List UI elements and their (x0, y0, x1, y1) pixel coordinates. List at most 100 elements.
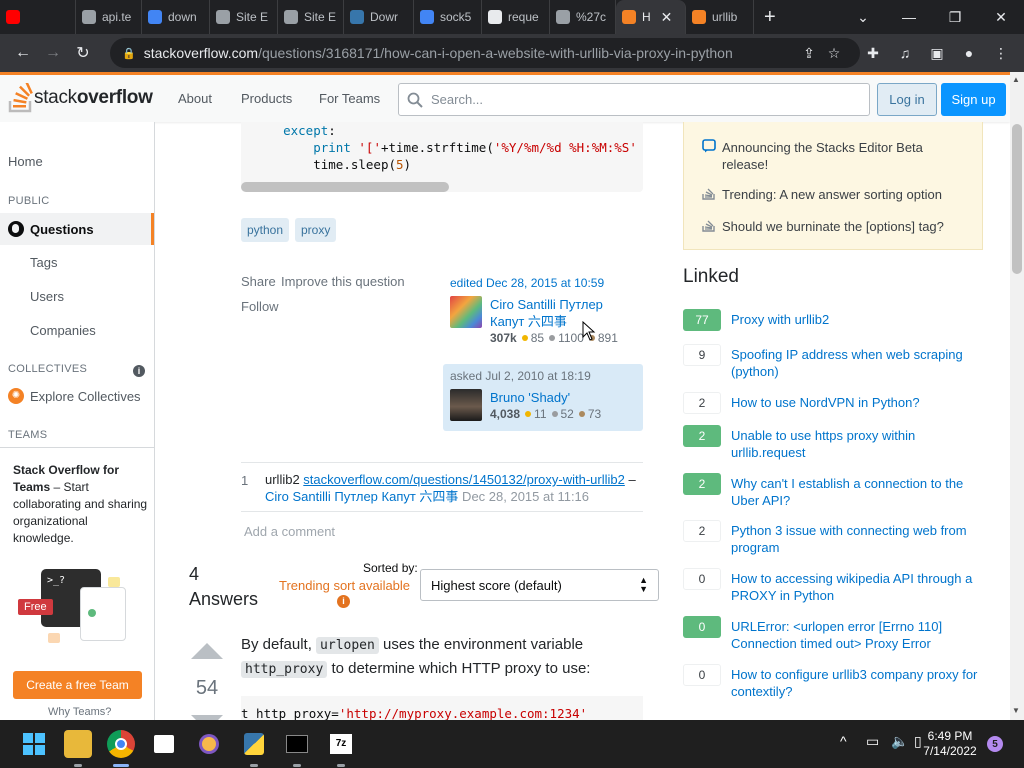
bookmark-star-icon[interactable]: ☆ (823, 42, 845, 64)
browser-tab[interactable]: urllib (686, 0, 754, 34)
page-scrollbar[interactable]: ▲ ▼ (1010, 72, 1024, 720)
info-icon[interactable]: i (133, 365, 145, 377)
restore-button[interactable]: ❐ (932, 0, 978, 34)
browser-tab[interactable]: Site E (278, 0, 344, 34)
stackoverflow-logo[interactable]: stackoverflow (8, 83, 153, 113)
share-icon[interactable]: ⇪ (798, 42, 820, 64)
browser-tab[interactable]: H ✕ (616, 0, 686, 34)
7zip-icon[interactable]: 7z (327, 730, 355, 758)
linked-score: 2 (683, 520, 721, 542)
linked-question-link[interactable]: How to use NordVPN in Python? (731, 394, 981, 411)
nav-explore-collectives[interactable]: ✺ Explore Collectives (8, 388, 141, 404)
tab-search-icon[interactable]: ⌄ (840, 0, 886, 34)
comment-link[interactable]: stackoverflow.com/questions/1450132/prox… (303, 472, 625, 487)
nav-home[interactable]: Home (8, 154, 43, 169)
login-button[interactable]: Log in (877, 83, 937, 116)
reload-button[interactable]: ↻ (68, 38, 98, 68)
linked-question-link[interactable]: How to accessing wikipedia API through a… (731, 570, 981, 604)
sidepanel-icon[interactable]: ▣ (926, 42, 948, 64)
notification-badge[interactable]: 5 (987, 736, 1003, 752)
browser-tab[interactable]: sock5 (414, 0, 482, 34)
browser-tab[interactable]: down (142, 0, 210, 34)
python-icon (350, 10, 364, 24)
edited-date[interactable]: edited Dec 28, 2015 at 10:59 (450, 276, 604, 290)
system-clock[interactable]: 6:49 PM 7/14/2022 (918, 729, 982, 759)
for-teams-link[interactable]: For Teams (319, 91, 380, 106)
linked-question-link[interactable]: Python 3 issue with connecting web from … (731, 522, 981, 556)
nav-users[interactable]: Users (30, 289, 64, 304)
browser-tab[interactable]: Dowr (344, 0, 414, 34)
globe-icon (556, 10, 570, 24)
signup-button[interactable]: Sign up (941, 83, 1006, 116)
browser-tab[interactable]: api.te (76, 0, 142, 34)
linked-question-link[interactable]: URLError: <urlopen error [Errno 110] Con… (731, 618, 981, 652)
store-icon[interactable] (150, 730, 178, 758)
asker-name[interactable]: Bruno 'Shady' (490, 389, 570, 406)
forward-button[interactable]: → (38, 38, 68, 68)
meta-item-stacks-editor[interactable]: Announcing the Stacks Editor Beta releas… (722, 139, 972, 173)
volume-icon[interactable]: 🔈 (891, 733, 908, 750)
menu-kebab-icon[interactable]: ⋮ (990, 42, 1012, 64)
address-bar[interactable]: 🔒 stackoverflow.com/questions/3168171/ho… (110, 38, 860, 68)
extensions-icon[interactable]: ✚ (862, 42, 884, 64)
close-window-button[interactable]: ✕ (978, 0, 1024, 34)
create-free-team-button[interactable]: Create a free Team (13, 671, 142, 699)
improve-question-link[interactable]: Improve this question (281, 274, 405, 289)
tag-proxy[interactable]: proxy (295, 218, 337, 242)
products-link[interactable]: Products (241, 91, 292, 106)
answer-sort-select[interactable]: Highest score (default) ▲ ▼ (420, 569, 659, 601)
sort-selected-value: Highest score (default) (431, 577, 562, 593)
upvote-button[interactable] (191, 643, 223, 659)
why-teams-link[interactable]: Why Teams? (48, 706, 111, 718)
code-line-3: time.sleep(5) (313, 157, 412, 172)
code-horizontal-scrollbar[interactable] (241, 182, 449, 192)
linked-question-link[interactable]: Proxy with urllib2 (731, 311, 981, 328)
chrome-icon[interactable] (107, 730, 135, 758)
scrollbar-thumb[interactable] (1012, 124, 1022, 274)
network-icon[interactable]: ▭ (866, 733, 879, 750)
asker-avatar[interactable] (450, 389, 482, 421)
scroll-down-arrow-icon[interactable]: ▼ (1012, 706, 1020, 715)
meta-item-trending-sort[interactable]: Trending: A new answer sorting option (722, 186, 972, 203)
search-input[interactable]: Search... (398, 83, 870, 116)
tag-python[interactable]: python (241, 218, 290, 242)
about-link[interactable]: About (178, 91, 212, 106)
linked-question-link[interactable]: How to configure urllib3 company proxy f… (731, 666, 981, 700)
answer-code-line: t http_proxy='http://myproxy.example.com… (241, 706, 588, 720)
terminal-icon[interactable] (283, 730, 311, 758)
linked-question-link[interactable]: Why can't I establish a connection to th… (731, 475, 981, 509)
nav-tags[interactable]: Tags (30, 255, 57, 270)
nav-companies[interactable]: Companies (30, 323, 96, 338)
browser-tab[interactable] (0, 0, 76, 34)
minimize-button[interactable]: — (886, 0, 932, 34)
profile-icon[interactable]: ● (958, 42, 980, 64)
answer-vote-count: 54 (195, 677, 219, 699)
close-tab-icon[interactable]: ✕ (661, 9, 673, 26)
nav-questions[interactable]: Questions (0, 213, 154, 245)
comment-date[interactable]: Dec 28, 2015 at 11:16 (458, 489, 589, 504)
new-tab-button[interactable]: + (764, 6, 784, 29)
add-comment-link[interactable]: Add a comment (244, 524, 335, 539)
linked-question-link[interactable]: Spoofing IP address when web scraping (p… (731, 346, 981, 380)
follow-link[interactable]: Follow (241, 299, 279, 314)
chat-bubble-icon (702, 139, 716, 153)
media-icon[interactable]: ♫ (894, 42, 916, 64)
browser-tab[interactable]: reque (482, 0, 550, 34)
browser-tab[interactable]: %27c (550, 0, 616, 34)
file-explorer-icon[interactable] (64, 730, 92, 758)
share-link[interactable]: Share (241, 274, 276, 289)
nav-questions-label: Questions (30, 221, 94, 237)
app-sun-icon[interactable] (195, 730, 223, 758)
comment-user[interactable]: Ciro Santilli Путлер Капут 六四事 (265, 489, 458, 504)
python-idle-icon[interactable] (240, 730, 268, 758)
scroll-up-arrow-icon[interactable]: ▲ (1012, 75, 1020, 84)
windows-start-icon[interactable] (20, 730, 48, 758)
editor-name[interactable]: Ciro Santilli Путлер Капут 六四事 (490, 296, 640, 330)
back-button[interactable]: ← (8, 38, 38, 68)
browser-tab[interactable]: Site E (210, 0, 278, 34)
linked-question-link[interactable]: Unable to use https proxy within urllib.… (731, 427, 981, 461)
trending-info-icon[interactable]: i (337, 595, 350, 608)
meta-item-burninate[interactable]: Should we burninate the [options] tag? (722, 218, 972, 235)
editor-avatar[interactable] (450, 296, 482, 328)
tray-overflow-icon[interactable]: ^ (840, 733, 847, 749)
